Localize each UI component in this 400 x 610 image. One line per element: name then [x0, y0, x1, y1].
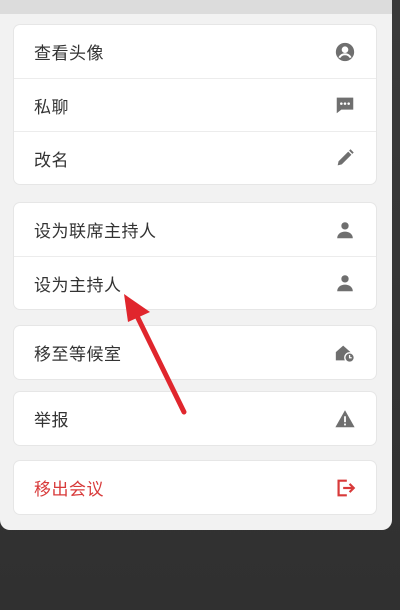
view-avatar-label: 查看头像: [34, 44, 104, 64]
report-item[interactable]: 举报: [14, 392, 376, 445]
move-to-waiting-room-item[interactable]: 移至等候室: [14, 326, 376, 379]
user-circle-icon: [334, 41, 356, 63]
waiting-room-icon: [334, 342, 356, 364]
pencil-icon: [334, 147, 356, 169]
rename-label: 改名: [34, 150, 69, 171]
private-chat-item[interactable]: 私聊: [14, 78, 376, 131]
private-chat-label: 私聊: [34, 97, 69, 118]
set-cohost-item[interactable]: 设为联席主持人: [14, 203, 376, 256]
rename-item[interactable]: 改名: [14, 131, 376, 184]
set-host-item[interactable]: 设为主持人: [14, 256, 376, 309]
group-remove: 移出会议: [14, 461, 376, 514]
person-icon: [334, 219, 356, 241]
group-report: 举报: [14, 392, 376, 445]
group-profile-actions: 查看头像 私聊 改名: [14, 25, 376, 184]
group-host-actions: 设为联席主持人 设为主持人: [14, 203, 376, 309]
set-host-label: 设为主持人: [34, 275, 122, 296]
person-icon: [334, 272, 356, 294]
report-label: 举报: [34, 411, 69, 431]
move-to-waiting-room-label: 移至等候室: [34, 345, 122, 365]
remove-from-meeting-item[interactable]: 移出会议: [14, 461, 376, 514]
view-avatar-item[interactable]: 查看头像: [14, 25, 376, 78]
set-cohost-label: 设为联席主持人: [34, 222, 157, 242]
group-waiting-room: 移至等候室: [14, 326, 376, 379]
warning-icon: [334, 408, 356, 430]
sheet-top-edge: [0, 0, 392, 14]
participant-action-sheet: 查看头像 私聊 改名 设为联席主持人 设为主持人 移至等候室 举报 移出会议: [0, 0, 392, 530]
exit-icon: [334, 477, 356, 499]
chat-bubble-icon: [334, 94, 356, 116]
remove-from-meeting-label: 移出会议: [34, 480, 104, 500]
